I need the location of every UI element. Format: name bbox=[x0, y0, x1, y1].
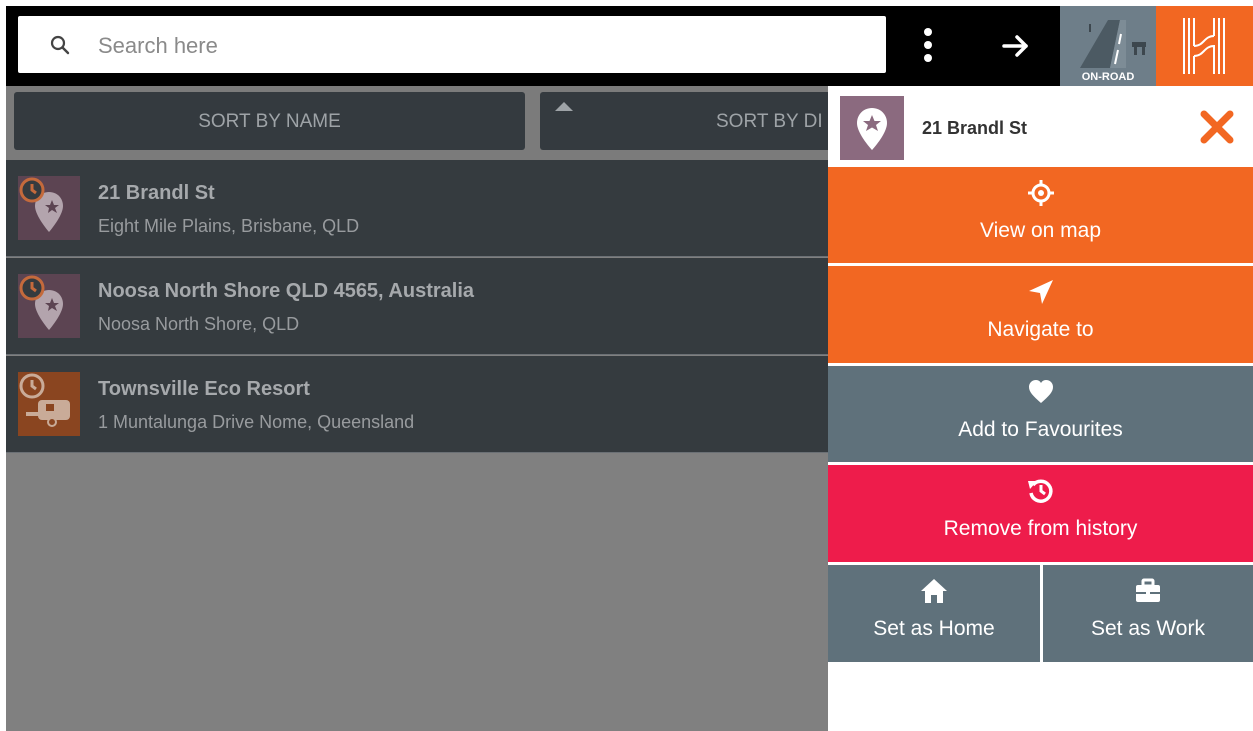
remove-from-history-label: Remove from history bbox=[943, 517, 1138, 540]
search-bar[interactable]: Search here bbox=[18, 16, 886, 73]
list-item[interactable]: Noosa North Shore QLD 4565, Australia No… bbox=[6, 258, 828, 355]
history-favourite-pin-icon bbox=[18, 176, 80, 240]
search-input[interactable]: Search here bbox=[98, 33, 218, 59]
list-item-title: Townsville Eco Resort bbox=[98, 378, 310, 400]
add-to-favourites-label: Add to Favourites bbox=[958, 418, 1123, 441]
sort-by-name-button[interactable]: SORT BY NAME bbox=[14, 92, 525, 150]
list-item-subtitle: Eight Mile Plains, Brisbane, QLD bbox=[98, 216, 360, 236]
arrow-right-icon[interactable] bbox=[996, 26, 1036, 66]
list-item-subtitle: Noosa North Shore, QLD bbox=[98, 314, 300, 334]
navigation-arrow-icon bbox=[1028, 280, 1053, 304]
top-bar: Search here ON-ROAD bbox=[6, 6, 1253, 86]
more-vert-icon-dot bbox=[924, 41, 932, 49]
search-icon bbox=[50, 35, 70, 55]
history-icon bbox=[1027, 479, 1053, 503]
navigate-to-button[interactable]: Navigate to bbox=[828, 266, 1253, 363]
list-item-title: 21 Brandl St bbox=[98, 182, 215, 204]
brand-button[interactable] bbox=[1156, 6, 1253, 86]
navigate-to-label: Navigate to bbox=[987, 318, 1094, 341]
sort-by-distance-button[interactable]: SORT BY DI bbox=[540, 92, 840, 150]
list-item-subtitle: 1 Muntalunga Drive Nome, Queensland bbox=[98, 412, 415, 432]
history-caravan-icon bbox=[18, 372, 80, 436]
set-as-home-button[interactable]: Set as Home bbox=[828, 565, 1040, 662]
sort-by-name-label: SORT BY NAME bbox=[198, 111, 341, 132]
list-item[interactable]: Townsville Eco Resort 1 Muntalunga Drive… bbox=[6, 356, 828, 453]
more-vert-icon bbox=[924, 28, 932, 36]
view-on-map-label: View on map bbox=[979, 219, 1102, 242]
panel-header: 21 Brandl St bbox=[828, 86, 1253, 166]
list-item-title: Noosa North Shore QLD 4565, Australia bbox=[98, 280, 475, 302]
history-favourite-pin-icon bbox=[18, 274, 80, 338]
history-list-area: SORT BY NAME SORT BY DI 21 Brandl St Eig… bbox=[6, 86, 840, 731]
set-as-work-button[interactable]: Set as Work bbox=[1043, 565, 1253, 662]
sort-ascending-icon bbox=[555, 102, 573, 111]
sort-by-distance-label: SORT BY DI bbox=[716, 111, 823, 132]
set-as-home-label: Set as Home bbox=[873, 617, 995, 640]
road-icon bbox=[1080, 20, 1146, 68]
on-road-label: ON-ROAD bbox=[1081, 71, 1135, 83]
more-options-button[interactable] bbox=[916, 26, 940, 66]
add-to-favourites-button[interactable]: Add to Favourites bbox=[828, 366, 1253, 462]
remove-from-history-button[interactable]: Remove from history bbox=[828, 465, 1253, 562]
app-frame: Search here ON-ROAD SORT BY NAME SORT BY… bbox=[6, 6, 1253, 731]
location-actions-panel: 21 Brandl St View on map Navigate to Add… bbox=[828, 86, 1253, 731]
more-vert-icon-dot bbox=[924, 54, 932, 62]
crosshair-icon bbox=[1027, 180, 1054, 206]
sort-bar: SORT BY NAME SORT BY DI bbox=[6, 86, 840, 160]
close-icon[interactable] bbox=[1198, 108, 1236, 146]
favourite-pin-icon bbox=[840, 96, 904, 160]
set-as-work-label: Set as Work bbox=[1091, 617, 1205, 640]
panel-title: 21 Brandl St bbox=[922, 118, 1028, 138]
list-item[interactable]: 21 Brandl St Eight Mile Plains, Brisbane… bbox=[6, 160, 828, 257]
heart-icon bbox=[1028, 380, 1053, 403]
home-icon bbox=[921, 579, 947, 603]
hema-logo-icon bbox=[1183, 18, 1225, 74]
briefcase-icon bbox=[1136, 578, 1160, 602]
view-on-map-button[interactable]: View on map bbox=[828, 167, 1253, 263]
on-road-mode-button[interactable]: ON-ROAD bbox=[1060, 6, 1156, 86]
